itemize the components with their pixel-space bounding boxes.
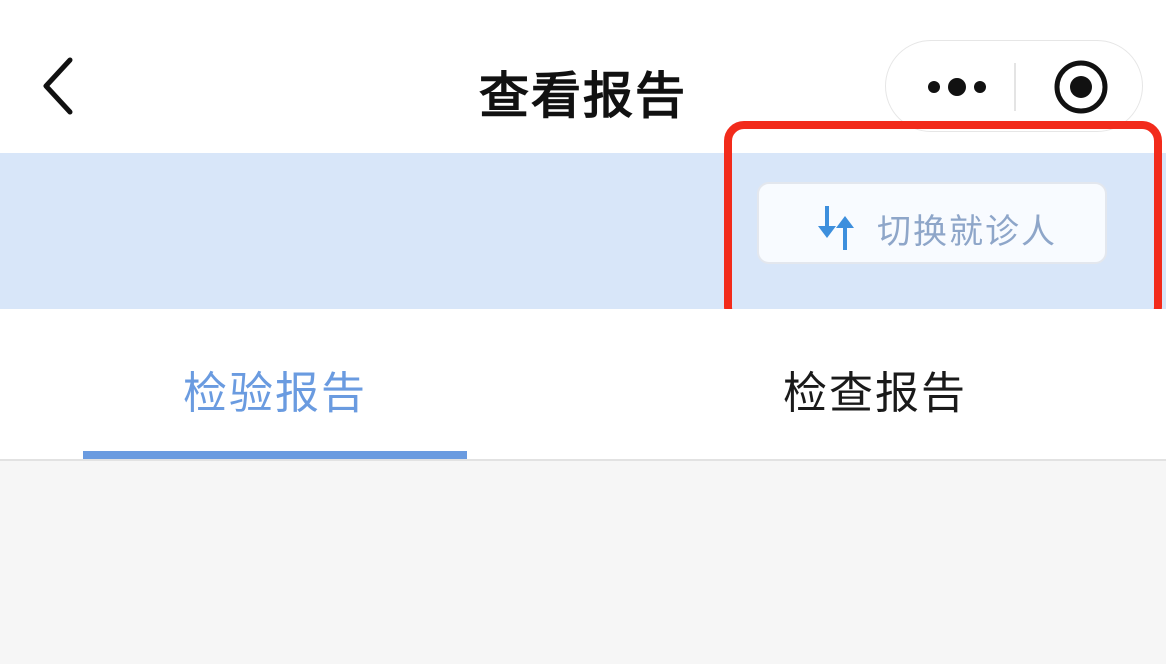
tab-lab-report[interactable]: 检验报告 bbox=[83, 309, 467, 459]
report-tabs: 检验报告 检查报告 bbox=[0, 309, 1166, 461]
report-content-area bbox=[0, 461, 1166, 664]
more-button[interactable] bbox=[906, 57, 1006, 117]
switch-patient-button[interactable]: 切换就诊人 bbox=[757, 182, 1107, 264]
target-circle-icon bbox=[1054, 60, 1108, 114]
tab-exam-report-label: 检查报告 bbox=[783, 368, 967, 419]
tab-lab-report-label: 检验报告 bbox=[183, 368, 367, 419]
capsule-divider bbox=[1014, 63, 1016, 111]
navigation-bar: 查看报告 bbox=[0, 0, 1166, 153]
tab-exam-report[interactable]: 检查报告 bbox=[683, 309, 1067, 459]
switch-patient-label: 切换就诊人 bbox=[877, 212, 1057, 252]
more-dots-icon bbox=[928, 78, 986, 96]
report-page: 查看报告 切换就诊人 检验报告 检查报告 bbox=[0, 0, 1166, 664]
mini-program-capsule bbox=[885, 40, 1143, 132]
close-button[interactable] bbox=[1036, 51, 1126, 123]
swap-vertical-arrows-icon bbox=[818, 206, 854, 250]
active-tab-indicator bbox=[83, 451, 467, 459]
